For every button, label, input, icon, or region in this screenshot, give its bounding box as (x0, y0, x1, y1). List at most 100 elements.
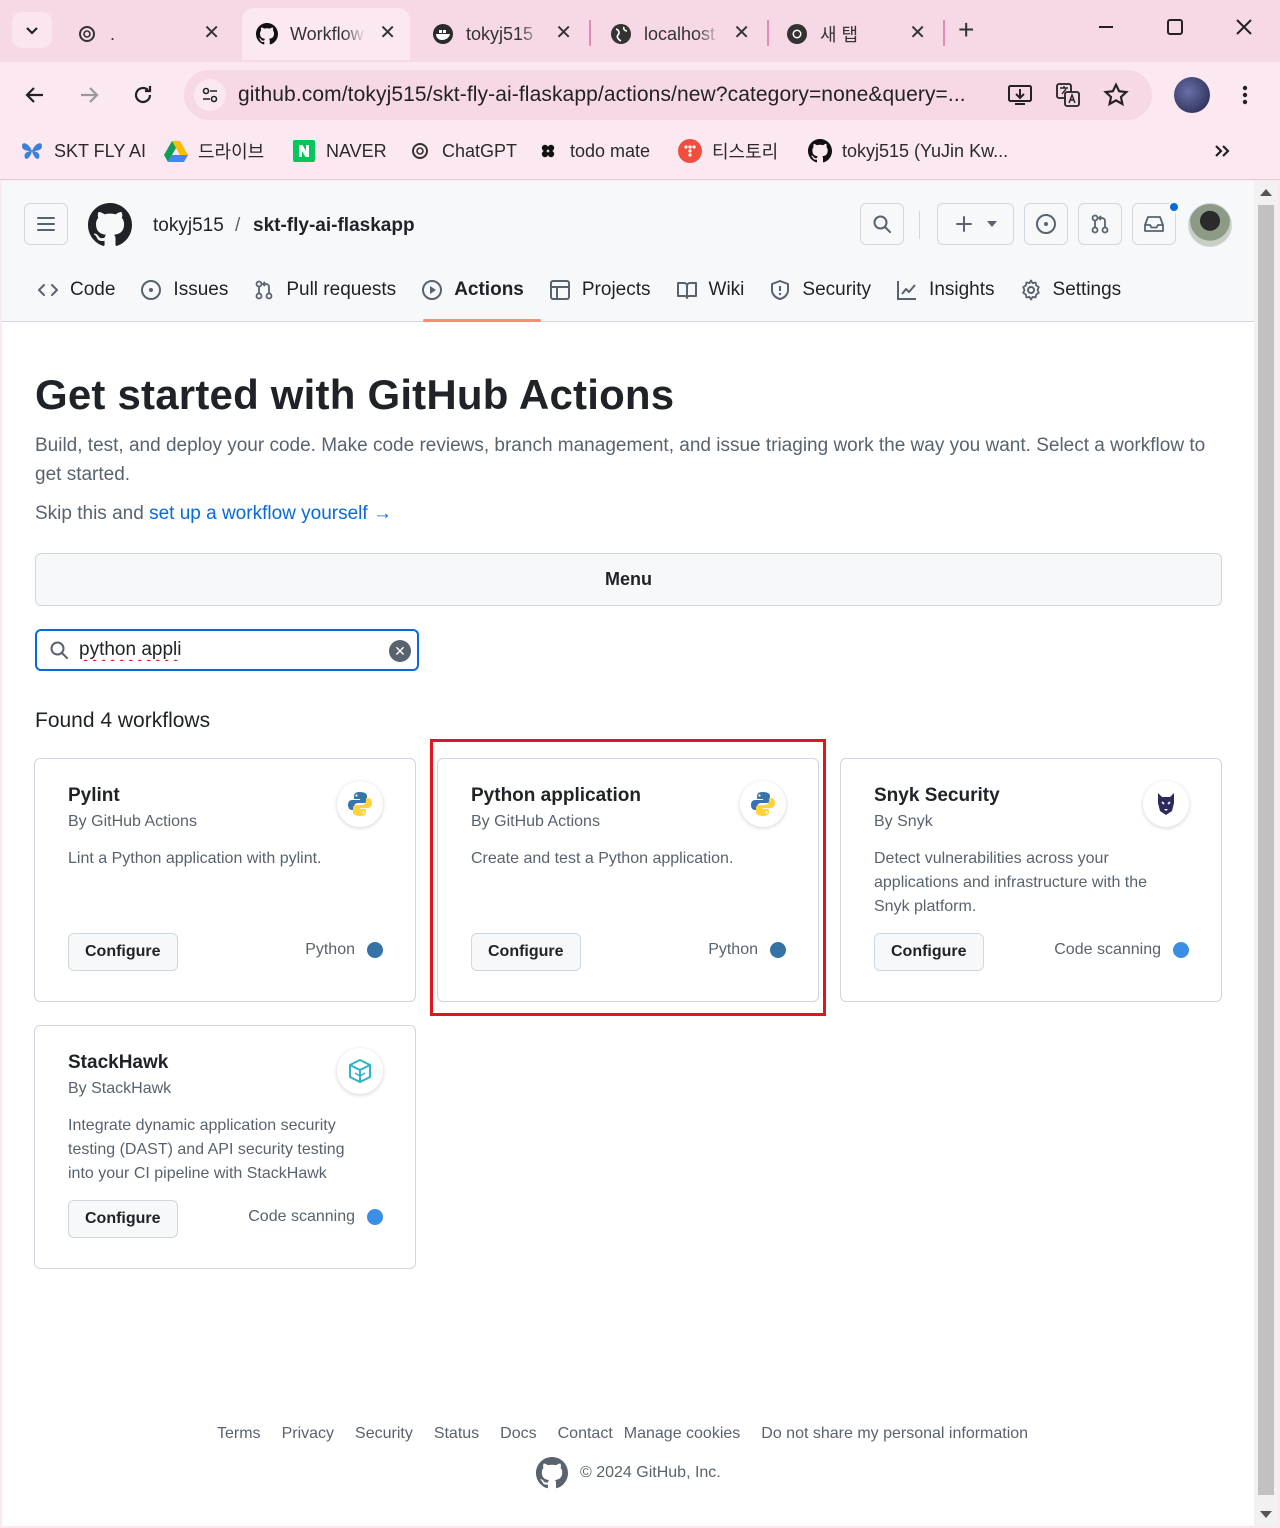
bookmark-label: 티스토리 (712, 142, 779, 162)
forward-arrow-icon[interactable] (72, 78, 106, 112)
footer-link-docs[interactable]: Docs (500, 1425, 536, 1443)
hamburger-icon (37, 217, 55, 231)
tab-label: Wiki (708, 279, 745, 300)
workflow-category: Code scanning (248, 1208, 383, 1226)
site-info-icon[interactable] (194, 79, 226, 111)
browser-tab-new-tab[interactable]: 새 탭 ✕ (772, 8, 940, 60)
todo-mate-icon (536, 139, 560, 163)
page-title: Get started with GitHub Actions (35, 371, 675, 418)
bookmark-todo-mate[interactable]: todo mate (536, 138, 650, 164)
user-avatar[interactable] (1188, 203, 1232, 247)
tab-label: Security (802, 279, 872, 300)
close-icon[interactable]: ✕ (733, 22, 750, 44)
bookmark-github-profile[interactable]: tokyj515 (YuJin Kw... (808, 138, 1008, 164)
tab-label: Settings (1052, 279, 1122, 300)
close-icon[interactable]: ✕ (379, 22, 396, 44)
play-icon (420, 278, 444, 302)
footer-link-do-not-share[interactable]: Do not share my personal information (761, 1425, 1028, 1443)
tab-settings[interactable]: Settings (1015, 273, 1138, 307)
issues-button[interactable] (1024, 203, 1068, 245)
bookmark-tistory[interactable]: 티스토리 (678, 138, 778, 164)
footer-link-manage-cookies[interactable]: Manage cookies (624, 1425, 741, 1443)
workflow-author: By GitHub Actions (68, 813, 197, 830)
category-color-dot (367, 942, 383, 958)
footer-link-security[interactable]: Security (355, 1425, 413, 1443)
menu-label: Menu (605, 569, 652, 589)
maximize-icon[interactable] (1165, 16, 1185, 44)
close-icon[interactable]: ✕ (555, 22, 572, 44)
browser-tab-localhost[interactable]: localhost ✕ (596, 8, 764, 60)
configure-button[interactable]: Configure (68, 933, 178, 971)
footer-link-privacy[interactable]: Privacy (282, 1425, 334, 1443)
window-close-icon[interactable] (1234, 16, 1254, 44)
setup-workflow-link[interactable]: set up a workflow yourself → (149, 503, 392, 524)
clear-search-icon[interactable]: ✕ (389, 640, 411, 662)
more-vertical-icon[interactable] (1228, 78, 1262, 112)
bookmark-chatgpt[interactable]: ChatGPT (408, 138, 517, 164)
configure-button[interactable]: Configure (874, 933, 984, 971)
browser-tab-workflow[interactable]: Workflow ✕ (242, 8, 410, 60)
create-new-button[interactable] (937, 203, 1014, 245)
back-arrow-icon[interactable] (18, 78, 52, 112)
footer-link-terms[interactable]: Terms (217, 1425, 261, 1443)
search-button[interactable] (860, 203, 904, 245)
bookmarks-overflow-icon[interactable] (1212, 138, 1232, 164)
github-logo-icon[interactable] (536, 1457, 568, 1489)
tab-label: Insights (929, 279, 995, 300)
bookmark-label: SKT FLY AI (54, 140, 147, 161)
chevron-down-icon (26, 27, 38, 35)
bookmarks-bar: SKT FLY AI 드라이브 NAVER ChatGPT todo mate … (0, 128, 1280, 180)
footer-link-status[interactable]: Status (434, 1425, 479, 1443)
tab-insights[interactable]: Insights (891, 273, 1010, 307)
reload-icon[interactable] (126, 78, 160, 112)
tab-security[interactable]: Security (764, 273, 887, 307)
new-tab-plus-icon[interactable]: + (958, 16, 974, 44)
browser-tab-docker[interactable]: tokyj515 ✕ (418, 8, 586, 60)
tab-label: . (110, 23, 116, 44)
workflow-description: Lint a Python application with pylint. (68, 850, 322, 867)
breadcrumb-repo[interactable]: skt-fly-ai-flaskapp (253, 215, 415, 237)
bookmark-label: 드라이브 (198, 142, 265, 162)
tab-label: 새 탭 (820, 25, 859, 45)
bookmark-drive[interactable]: 드라이브 (164, 138, 264, 164)
close-icon[interactable]: ✕ (203, 22, 220, 44)
url-text[interactable]: github.com/tokyj515/skt-fly-ai-flaskapp/… (238, 83, 998, 107)
footer-link-contact[interactable]: Contact (558, 1425, 613, 1443)
scroll-up-arrow-icon[interactable] (1260, 189, 1272, 196)
address-bar[interactable]: github.com/tokyj515/skt-fly-ai-flaskapp/… (184, 70, 1152, 120)
scroll-down-arrow-icon[interactable] (1260, 1511, 1272, 1518)
workflow-search-input[interactable] (79, 637, 379, 663)
translate-icon[interactable] (1052, 79, 1084, 111)
bookmark-naver[interactable]: NAVER (292, 138, 387, 164)
chatgpt-icon (408, 139, 432, 163)
install-app-icon[interactable] (1004, 79, 1036, 111)
github-logo-icon[interactable] (88, 203, 132, 252)
copyright-text: © 2024 GitHub, Inc. (580, 1464, 721, 1481)
breadcrumb-owner[interactable]: tokyj515 (153, 215, 224, 237)
bookmark-skt-fly-ai[interactable]: SKT FLY AI (20, 138, 146, 164)
page-scrollbar[interactable] (1254, 181, 1278, 1526)
tab-issues[interactable]: Issues (135, 273, 244, 307)
bookmark-star-icon[interactable] (1100, 79, 1132, 111)
shield-icon (768, 278, 792, 302)
minimize-icon[interactable] (1096, 16, 1116, 44)
tab-projects[interactable]: Projects (544, 273, 667, 307)
scrollbar-thumb[interactable] (1258, 205, 1274, 1495)
configure-button[interactable]: Configure (68, 1200, 178, 1238)
arrow-right-icon: → (372, 503, 392, 524)
tab-code[interactable]: Code (32, 273, 131, 307)
profile-avatar[interactable] (1174, 77, 1210, 113)
tab-label: Issues (173, 279, 229, 300)
tab-pull-requests[interactable]: Pull requests (248, 273, 412, 307)
pull-requests-button[interactable] (1078, 203, 1122, 245)
tab-actions[interactable]: Actions (416, 273, 540, 307)
tab-search-button[interactable] (12, 12, 52, 48)
browser-tab-chatgpt[interactable]: . ✕ (62, 8, 234, 60)
menu-button[interactable]: Menu (35, 553, 1222, 606)
workflow-title: Snyk Security (874, 785, 1000, 806)
tab-wiki[interactable]: Wiki (671, 273, 761, 307)
hamburger-menu-button[interactable] (24, 203, 68, 245)
table-icon (548, 278, 572, 302)
python-icon (337, 781, 383, 827)
close-icon[interactable]: ✕ (909, 22, 926, 44)
